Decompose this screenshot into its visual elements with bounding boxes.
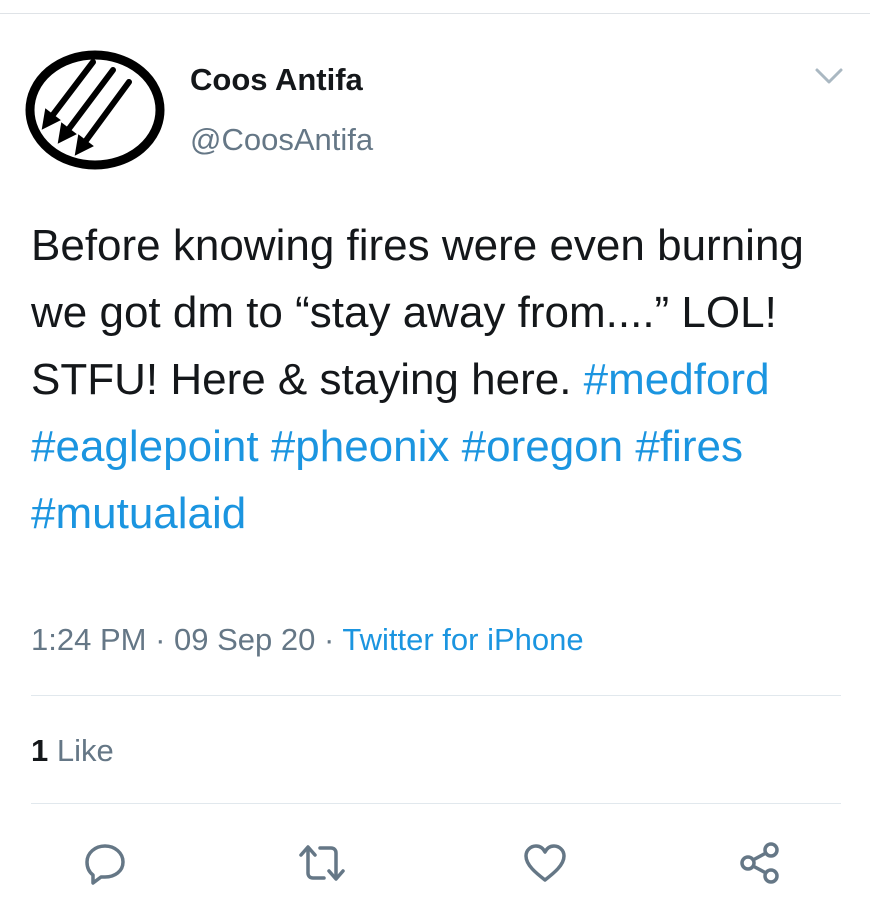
likes-summary[interactable]: 1 Like [31,733,114,769]
heart-icon [524,844,566,882]
share-button[interactable] [735,838,785,888]
author-name[interactable]: Coos Antifa [190,62,363,98]
reply-icon [85,844,125,885]
likes-label: Like [56,733,114,768]
top-divider [0,13,870,14]
chevron-down-icon[interactable] [812,64,846,88]
tweet-source-link[interactable]: Twitter for iPhone [342,622,583,657]
tweet-time: 1:24 PM [31,622,147,657]
divider [31,803,841,804]
divider [31,695,841,696]
like-button[interactable] [520,838,570,888]
tweet-date: 09 Sep 20 [174,622,316,657]
author-handle[interactable]: @CoosAntifa [190,122,373,158]
share-icon [740,842,779,884]
meta-separator: · [324,622,335,657]
hashtag-link[interactable]: #pheonix [271,422,450,471]
avatar[interactable] [25,50,165,170]
hashtag-link[interactable]: #medford [584,355,770,404]
hashtag-link[interactable]: #oregon [462,422,623,471]
tweet-meta: 1:24 PM · 09 Sep 20 · Twitter for iPhone [31,622,584,658]
hashtag-link[interactable]: #eaglepoint [31,422,259,471]
retweet-button[interactable] [297,838,347,888]
three-arrows-icon [25,50,165,170]
hashtag-link[interactable]: #mutualaid [31,489,246,538]
likes-count: 1 [31,733,49,768]
reply-button[interactable] [80,838,130,888]
tweet-text: Before knowing fires were even burning w… [31,212,851,547]
retweet-icon [299,845,345,881]
meta-separator: · [155,622,166,657]
hashtag-link[interactable]: #fires [635,422,743,471]
